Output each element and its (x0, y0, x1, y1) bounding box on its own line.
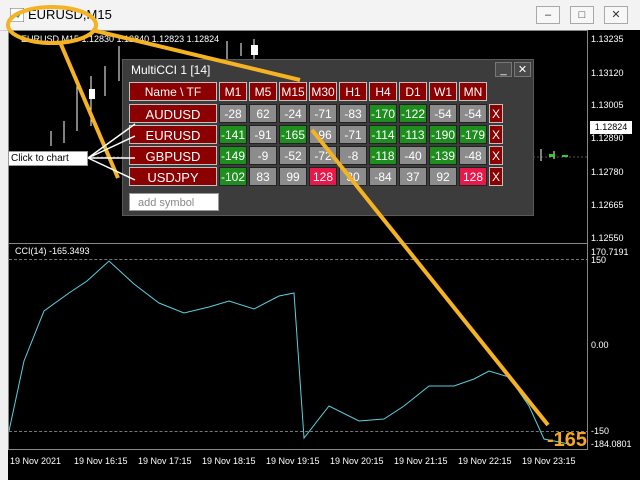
price-label: 1.12780 (591, 167, 624, 177)
panel-minimize-button[interactable]: _ (495, 62, 512, 77)
header-name-tf: Name \ TF (129, 82, 217, 101)
header-timeframe-h1[interactable]: H1 (339, 82, 367, 101)
multicci-panel[interactable]: MultiCCI 1 [14] _ ✕ Name \ TF M1 M5 M15 M30 H… (122, 59, 534, 216)
time-label: 19 Nov 18:15 (202, 456, 256, 466)
time-label: 19 Nov 17:15 (138, 456, 192, 466)
header-timeframe-m15[interactable]: M15 (279, 82, 307, 101)
cci-cell-usdjpy-m15[interactable]: 99 (279, 167, 307, 186)
remove-symbol-button[interactable]: X (489, 146, 503, 165)
indicator-axis-label: 0.00 (591, 340, 609, 350)
header-timeframe-m30[interactable]: M30 (309, 82, 337, 101)
cci-cell-usdjpy-h1[interactable]: 30 (339, 167, 367, 186)
cci-cell-eurusd-m30[interactable]: -96 (309, 125, 337, 144)
cci-cell-audusd-mn[interactable]: -54 (459, 104, 487, 123)
cci-cell-eurusd-m1[interactable]: -141 (219, 125, 247, 144)
time-label: 19 Nov 19:15 (266, 456, 320, 466)
cci-cell-gbpusd-mn[interactable]: -48 (459, 146, 487, 165)
panel-close-button[interactable]: ✕ (514, 62, 531, 77)
price-label: 1.12665 (591, 200, 624, 210)
cci-cell-eurusd-d1[interactable]: -113 (399, 125, 427, 144)
chart-window-icon (10, 8, 24, 22)
cci-cell-gbpusd-m5[interactable]: -9 (249, 146, 277, 165)
cci-cell-gbpusd-m1[interactable]: -149 (219, 146, 247, 165)
price-label: 1.13005 (591, 100, 624, 110)
cci-cell-audusd-h1[interactable]: -83 (339, 104, 367, 123)
cci-cell-eurusd-m15[interactable]: -165 (279, 125, 307, 144)
panel-title: MultiCCI 1 [14] (131, 63, 211, 77)
price-label: 1.13235 (591, 34, 624, 44)
price-label: 1.13120 (591, 68, 624, 78)
cci-cell-usdjpy-m5[interactable]: 83 (249, 167, 277, 186)
remove-symbol-button[interactable]: X (489, 104, 503, 123)
cci-value-label: -165 (547, 429, 588, 450)
header-timeframe-d1[interactable]: D1 (399, 82, 427, 101)
price-label: 1.12890 (591, 133, 624, 143)
cci-cell-usdjpy-m1[interactable]: -102 (219, 167, 247, 186)
header-timeframe-w1[interactable]: W1 (429, 82, 457, 101)
level-150 (9, 259, 587, 260)
price-label: 1.12550 (591, 233, 624, 243)
title-bar: EURUSD,M15 – □ ✕ (0, 0, 640, 31)
header-timeframe-m1[interactable]: M1 (219, 82, 247, 101)
indicator-label: CCI(14) -165.3493 (15, 246, 90, 256)
header-timeframe-mn[interactable]: MN (459, 82, 487, 101)
remove-symbol-button[interactable]: X (489, 125, 503, 144)
cci-cell-gbpusd-d1[interactable]: -40 (399, 146, 427, 165)
cci-cell-eurusd-m5[interactable]: -91 (249, 125, 277, 144)
cci-cell-usdjpy-d1[interactable]: 37 (399, 167, 427, 186)
cci-cell-eurusd-mn[interactable]: -179 (459, 125, 487, 144)
symbol-button-eurusd[interactable]: EURUSD (129, 125, 217, 144)
current-price-tag: 1.12824 (590, 121, 632, 134)
header-timeframe-h4[interactable]: H4 (369, 82, 397, 101)
time-label: 19 Nov 2021 (10, 456, 62, 466)
indicator-axis-label: -184.0801 (591, 439, 632, 449)
indicator-axis-label: -150 (591, 426, 610, 436)
cci-cell-gbpusd-m30[interactable]: -72 (309, 146, 337, 165)
window-title: EURUSD,M15 (28, 7, 112, 22)
cci-cell-audusd-w1[interactable]: -54 (429, 104, 457, 123)
cci-cell-gbpusd-w1[interactable]: -139 (429, 146, 457, 165)
cci-cell-usdjpy-h4[interactable]: -84 (369, 167, 397, 186)
close-window-button[interactable]: ✕ (604, 6, 628, 24)
price-axis: 1.13235 1.13120 1.13005 1.12890 1.12780 … (588, 30, 640, 450)
time-label: 19 Nov 23:15 (522, 456, 576, 466)
time-axis: 19 Nov 2021 19 Nov 16:15 19 Nov 17:15 19… (8, 450, 640, 480)
time-label: 19 Nov 16:15 (74, 456, 128, 466)
cci-cell-audusd-m30[interactable]: -71 (309, 104, 337, 123)
add-symbol-input[interactable]: add symbol (129, 193, 219, 211)
cci-cell-audusd-m1[interactable]: -28 (219, 104, 247, 123)
time-label: 19 Nov 22:15 (458, 456, 512, 466)
cci-cell-gbpusd-m15[interactable]: -52 (279, 146, 307, 165)
terminal-window: EURUSD,M15 – □ ✕ EURUSD,M15 1.12830 1.12… (0, 0, 640, 480)
indicator-separator (9, 243, 587, 244)
cci-cell-eurusd-h4[interactable]: -114 (369, 125, 397, 144)
cci-cell-usdjpy-w1[interactable]: 92 (429, 167, 457, 186)
cci-cell-gbpusd-h1[interactable]: -8 (339, 146, 367, 165)
symbol-button-audusd[interactable]: AUDUSD (129, 104, 217, 123)
cci-cell-audusd-d1[interactable]: -122 (399, 104, 427, 123)
time-label: 19 Nov 20:15 (330, 456, 384, 466)
cci-cell-audusd-m5[interactable]: 62 (249, 104, 277, 123)
click-to-chart-callout: Click to chart (8, 151, 88, 166)
maximize-button[interactable]: □ (570, 6, 594, 24)
remove-symbol-button[interactable]: X (489, 167, 503, 186)
time-label: 19 Nov 21:15 (394, 456, 448, 466)
symbol-button-gbpusd[interactable]: GBPUSD (129, 146, 217, 165)
minimize-button[interactable]: – (536, 6, 560, 24)
indicator-axis-label: 150 (591, 255, 607, 265)
cci-cell-eurusd-w1[interactable]: -190 (429, 125, 457, 144)
symbol-button-usdjpy[interactable]: USDJPY (129, 167, 217, 186)
header-timeframe-m5[interactable]: M5 (249, 82, 277, 101)
cci-cell-audusd-m15[interactable]: -24 (279, 104, 307, 123)
cci-cell-usdjpy-m30[interactable]: 128 (309, 167, 337, 186)
cci-cell-gbpusd-h4[interactable]: -118 (369, 146, 397, 165)
level-minus-150 (9, 431, 587, 432)
cci-cell-usdjpy-mn[interactable]: 128 (459, 167, 487, 186)
cci-line (9, 260, 570, 445)
cci-cell-audusd-h4[interactable]: -170 (369, 104, 397, 123)
cci-cell-eurusd-h1[interactable]: -71 (339, 125, 367, 144)
